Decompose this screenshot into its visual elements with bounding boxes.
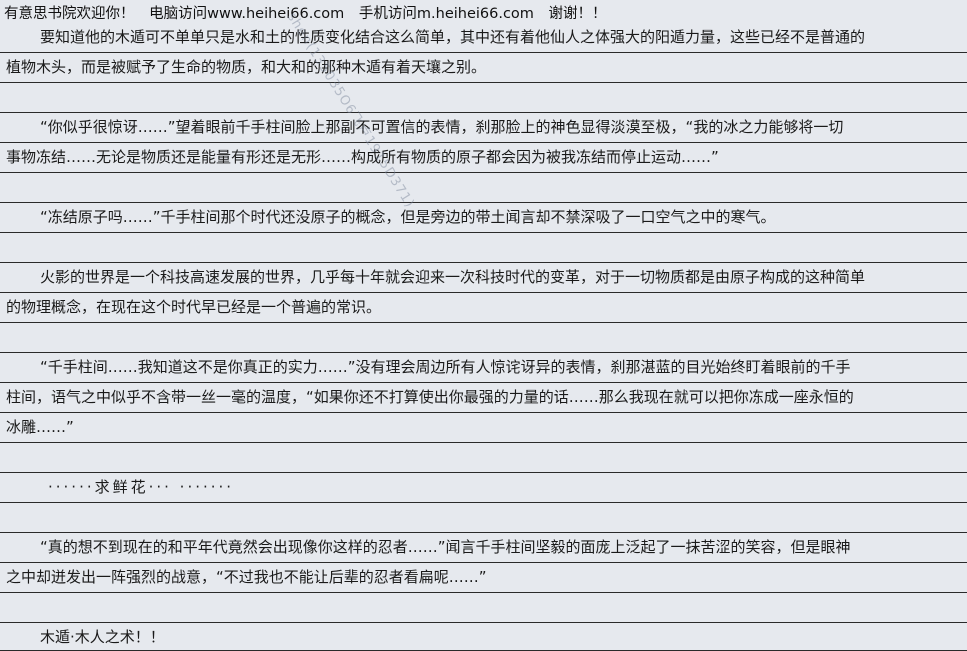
text-line (0, 322, 967, 352)
header-mobile-url[interactable]: 手机访问m.heihei66.com (359, 6, 534, 22)
text-line (0, 592, 967, 622)
chapter-text: 要知道他的木遁可不单单只是水和土的性质变化结合这么简单，其中还有着他仙人之体强大… (0, 22, 967, 651)
text-line (0, 442, 967, 472)
text-line: 柱间，语气之中似乎不含带一丝一毫的温度，“如果你还不打算使出你最强的力量的话……… (6, 388, 854, 406)
text-line: 要知道他的木遁可不单单只是水和土的性质变化结合这么简单，其中还有着他仙人之体强大… (40, 28, 866, 46)
header-pc-url[interactable]: 电脑访问www.heihei66.com (149, 6, 344, 22)
text-line: “你似乎很惊讶……”望着眼前千手柱间脸上那副不可置信的表情，刹那脸上的神色显得淡… (40, 118, 844, 136)
text-line (0, 502, 967, 532)
site-header: 有意思书院欢迎你！ 电脑访问www.heihei66.com 手机访问m.hei… (4, 4, 617, 24)
text-line: “千手柱间……我知道这不是你真正的实力……”没有理会周边所有人惊诧讶异的表情，刹… (40, 358, 851, 376)
text-line: 植物木头，而是被赋予了生命的物质，和大和的那种木遁有着天壤之别。 (6, 58, 487, 76)
text-line (0, 172, 967, 202)
text-line (0, 232, 967, 262)
text-line: 事物冻结……无论是物质还是能量有形还是无形……构成所有物质的原子都会因为被我冻结… (6, 148, 719, 166)
text-line: 之中却迸发出一阵强烈的战意，“不过我也不能让后辈的忍者看扁呢……” (6, 568, 487, 586)
page: 有意思书院欢迎你！ 电脑访问www.heihei66.com 手机访问m.hei… (0, 0, 967, 651)
text-line: 火影的世界是一个科技高速发展的世界，几乎每十年就会迎来一次科技时代的变革，对于一… (40, 268, 866, 286)
text-line (0, 82, 967, 112)
header-thanks: 谢谢！！ (548, 6, 607, 22)
text-line: “真的想不到现在的和平年代竟然会出现像你这样的忍者……”闻言千手柱间坚毅的面庞上… (40, 538, 851, 556)
header-welcome: 有意思书院欢迎你！ (4, 6, 135, 22)
text-line: 冰雕……” (6, 418, 74, 436)
text-line: ······求鲜花··· ······· (48, 478, 235, 496)
text-line: 的物理概念，在现在这个时代早已经是一个普遍的常识。 (6, 298, 382, 316)
text-line: “冻结原子吗……”千手柱间那个时代还没原子的概念，但是旁边的带土闻言却不禁深吸了… (40, 208, 776, 226)
text-line: 木遁·木人之术！！ (40, 628, 165, 646)
